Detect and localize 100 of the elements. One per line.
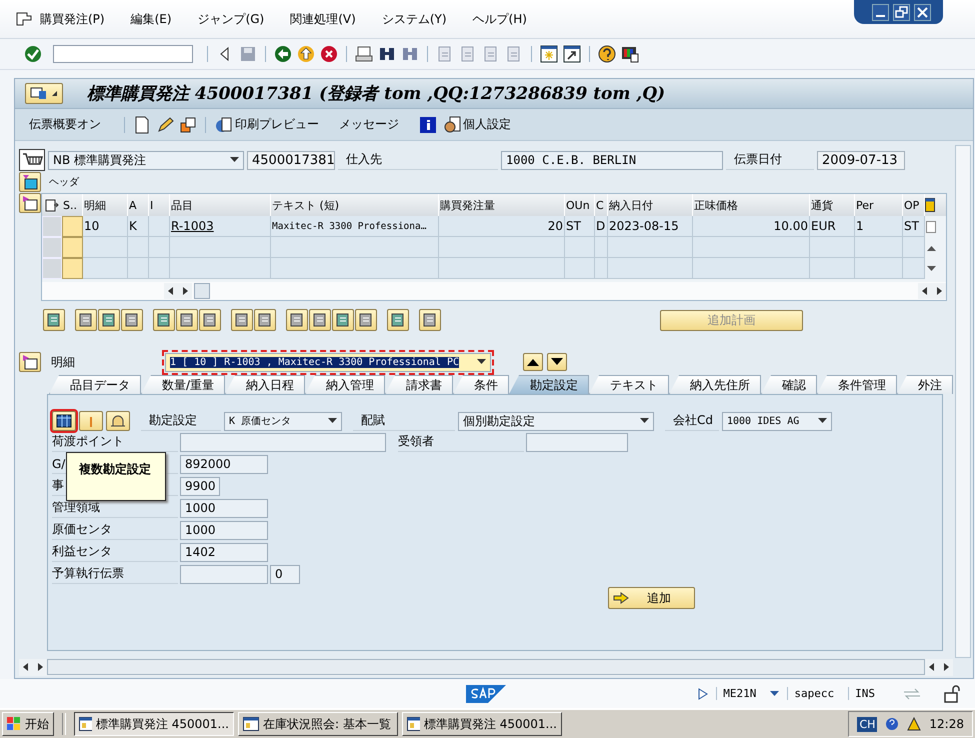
play-icon[interactable] xyxy=(698,688,708,700)
column-config-icon[interactable] xyxy=(925,198,935,212)
document-type-dropdown[interactable]: NB 標準購買発注 xyxy=(48,150,244,170)
pencil-icon[interactable] xyxy=(156,116,174,134)
command-field[interactable] xyxy=(53,45,193,63)
find-next-icon[interactable] xyxy=(401,45,419,63)
cart-icon[interactable] xyxy=(19,149,45,171)
unloading-point-field[interactable] xyxy=(180,432,386,452)
tab[interactable]: 請求書 xyxy=(385,375,454,394)
table-cell xyxy=(810,258,855,279)
print-preview-button[interactable]: 印刷プレビュー xyxy=(215,116,319,134)
account-category-dropdown[interactable]: K 原価センタ xyxy=(224,412,342,430)
add-button[interactable]: 追加 xyxy=(608,587,695,609)
selection-button[interactable] xyxy=(25,83,63,104)
tab[interactable]: 条件管理 xyxy=(817,375,898,394)
messages-button[interactable]: メッセージ xyxy=(339,116,399,133)
scroll-right-icon[interactable] xyxy=(178,283,192,299)
print-icon[interactable] xyxy=(355,45,373,63)
document-date-field[interactable]: 2009-07-13 xyxy=(817,150,905,170)
help-icon[interactable] xyxy=(598,45,616,63)
restore-icon[interactable] xyxy=(893,4,910,20)
tab[interactable]: 納入日程 xyxy=(225,375,306,394)
table-settings-icon[interactable] xyxy=(45,198,59,212)
taskbar-item[interactable]: 標準購買発注 450001... xyxy=(74,712,234,736)
tab[interactable]: テキスト xyxy=(589,375,670,394)
transaction-code[interactable]: ME21N xyxy=(716,687,762,700)
taskbar-item[interactable]: 在庫状況照会: 基本一覧 xyxy=(238,712,398,736)
menu-item[interactable]: システム(Y) xyxy=(382,10,447,28)
table-cell: 10 xyxy=(83,216,128,237)
tab[interactable]: 納入管理 xyxy=(305,375,386,394)
enter-icon[interactable] xyxy=(24,45,42,63)
input-field[interactable]: 1402 xyxy=(180,542,268,562)
shortcut-icon[interactable] xyxy=(563,45,581,63)
scrollbar-thumb[interactable] xyxy=(194,283,210,299)
new-document-icon[interactable] xyxy=(134,116,150,134)
scroll-right-icon[interactable] xyxy=(932,283,946,299)
next-item-button[interactable] xyxy=(547,353,567,371)
input-field[interactable]: 892000 xyxy=(180,454,268,474)
vendor-field[interactable]: 1000 C.E.B. BERLIN xyxy=(501,150,723,170)
tab[interactable]: 勘定設定 xyxy=(509,375,590,394)
menu-item[interactable]: ジャンプ(G) xyxy=(198,10,264,28)
input-field[interactable]: 1000 xyxy=(180,520,268,540)
help-icon[interactable] xyxy=(885,717,900,731)
menu-item[interactable]: 関連処理(V) xyxy=(290,10,356,28)
marker-button[interactable] xyxy=(79,411,103,431)
tab[interactable]: 外注 xyxy=(897,375,954,394)
layout-icon[interactable] xyxy=(621,45,639,63)
previous-item-button[interactable] xyxy=(523,353,543,371)
scroll-left-icon[interactable] xyxy=(164,283,178,299)
language-indicator[interactable]: CH xyxy=(857,716,878,732)
vertical-scrollbar[interactable] xyxy=(955,145,972,658)
toggle-overview-button[interactable]: 伝票概要オン xyxy=(29,116,101,133)
item-toggle-button[interactable] xyxy=(19,352,41,372)
back-icon[interactable] xyxy=(274,45,292,63)
find-icon[interactable] xyxy=(378,45,396,63)
dropdown-caret-icon[interactable] xyxy=(770,690,780,696)
recipient-field[interactable] xyxy=(526,432,628,452)
info-icon[interactable] xyxy=(419,116,437,134)
new-session-icon[interactable] xyxy=(540,45,558,63)
scroll-left-icon[interactable] xyxy=(918,283,932,299)
menu-icon[interactable] xyxy=(16,12,32,26)
multiple-assignment-button[interactable] xyxy=(52,411,76,431)
cancel-icon[interactable] xyxy=(320,45,338,63)
tab[interactable]: 条件 xyxy=(453,375,510,394)
header-toggle-button[interactable] xyxy=(19,172,41,192)
window-title: 標準購買発注 4500017381 (登録者 tom ,QQ:1273286839 tom ,Q) xyxy=(87,83,666,105)
material-link[interactable]: R-1003 xyxy=(170,216,271,237)
taskbar-item[interactable]: 標準購買発注 450001... xyxy=(402,712,562,736)
distribution-dropdown[interactable]: 個別勘定設定 xyxy=(458,412,654,430)
start-button[interactable]: 开始 xyxy=(2,712,54,736)
table-cell xyxy=(810,237,855,258)
commitment-field[interactable] xyxy=(180,564,268,584)
checkbox[interactable] xyxy=(926,220,936,232)
tab[interactable]: 確認 xyxy=(761,375,818,394)
exit-icon[interactable] xyxy=(297,45,315,63)
personal-settings-button[interactable]: 個人設定 xyxy=(443,116,511,134)
menu-item[interactable]: 編集(E) xyxy=(130,10,172,28)
tab[interactable]: 数量/重量 xyxy=(141,375,226,394)
po-number-field[interactable]: 4500017381 xyxy=(247,150,335,170)
tab[interactable]: 納入先住所 xyxy=(669,375,762,394)
input-field[interactable]: 1000 xyxy=(180,498,268,518)
tab[interactable]: 品目データ xyxy=(49,375,141,394)
table-cell: D xyxy=(595,216,608,237)
scroll-up-icon[interactable] xyxy=(926,244,936,250)
close-icon[interactable] xyxy=(914,4,931,20)
menu-item[interactable]: 購買発注(P) xyxy=(40,10,105,28)
minimize-icon[interactable] xyxy=(872,4,889,20)
menu-item[interactable]: ヘルプ(H) xyxy=(472,10,527,28)
bell-button[interactable] xyxy=(106,411,130,431)
window-icon xyxy=(407,717,420,731)
company-code-dropdown[interactable]: 1000 IDES AG xyxy=(722,412,832,430)
commitment-item-field[interactable]: 0 xyxy=(270,564,300,584)
input-field[interactable]: 9900 xyxy=(180,476,220,496)
items-toggle-button[interactable] xyxy=(19,193,41,213)
warning-icon[interactable] xyxy=(907,717,922,731)
table-cell: K xyxy=(128,216,149,237)
switch-icon[interactable] xyxy=(180,116,196,134)
scroll-down-icon[interactable] xyxy=(926,266,936,272)
scrollbar-thumb[interactable] xyxy=(47,659,926,676)
company-code-label: 会社Cd xyxy=(665,412,719,430)
